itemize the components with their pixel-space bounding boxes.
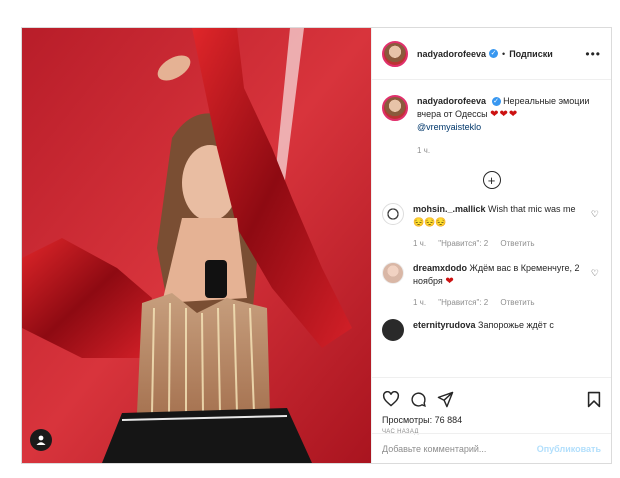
comment-bubble-icon[interactable] xyxy=(410,391,427,408)
commenter-username[interactable]: dreamxdodo xyxy=(413,263,467,273)
add-comment-input[interactable]: Добавьте комментарий... xyxy=(382,444,486,454)
caption-hearts: ❤❤❤ xyxy=(490,109,519,120)
save-bookmark-icon[interactable] xyxy=(587,391,601,408)
comment-text: Запорожье ждёт с xyxy=(478,320,554,330)
verified-badge-icon: ✓ xyxy=(489,49,499,58)
more-options-icon[interactable]: ••• xyxy=(585,47,601,61)
comment-emoji: ❤ xyxy=(445,276,455,287)
caption-username[interactable]: nadyadorofeeva xyxy=(417,96,486,106)
post-sidebar: nadyadorofeeva ✓ • Подписки ••• nadyador… xyxy=(371,28,611,463)
post-caption: nadyadorofeeva ✓ Нереальные эмоции вчера… xyxy=(372,81,611,157)
comment-time: 1 ч. xyxy=(413,239,427,248)
like-comment-icon[interactable]: ♡ xyxy=(591,208,599,221)
instagram-post: nadyadorofeeva ✓ • Подписки ••• nadyador… xyxy=(21,27,612,464)
post-header: nadyadorofeeva ✓ • Подписки ••• xyxy=(372,28,611,80)
comment-time: 1 ч. xyxy=(413,298,427,307)
performer-image xyxy=(22,28,371,463)
caption-avatar[interactable] xyxy=(382,95,408,121)
comment-emoji: 😔😔😔 xyxy=(413,217,447,227)
comment-item: mohsin._.mallick Wish that mic was me 😔😔😔… xyxy=(372,203,611,250)
like-heart-icon[interactable] xyxy=(382,391,400,407)
author-avatar[interactable] xyxy=(382,40,408,67)
comment-item: dreamxdodo Ждём вас в Кременчуге, 2 нояб… xyxy=(372,262,611,309)
verified-badge-icon: ✓ xyxy=(491,97,501,106)
author-username[interactable]: nadyadorofeeva xyxy=(417,49,486,59)
commenter-username[interactable]: eternityrudova xyxy=(413,320,476,330)
comment-item: eternityrudova Запорожье ждёт с xyxy=(372,319,611,341)
comment-reply-button[interactable]: Ответить xyxy=(500,298,534,307)
comment-reply-button[interactable]: Ответить xyxy=(500,239,534,248)
user-icon xyxy=(36,435,46,445)
like-comment-icon[interactable]: ♡ xyxy=(591,267,599,280)
comments-list: nadyadorofeeva ✓ Нереальные эмоции вчера… xyxy=(372,81,611,377)
tagged-users-button[interactable] xyxy=(30,429,52,451)
views-count[interactable]: Просмотры: 76 884 xyxy=(372,410,611,425)
share-send-icon[interactable] xyxy=(437,391,454,408)
post-actions: Просмотры: 76 884 ЧАС НАЗАД Добавьте ком… xyxy=(372,377,611,463)
publish-button[interactable]: Опубликовать xyxy=(537,444,601,454)
commenter-username[interactable]: mohsin._.mallick xyxy=(413,204,486,214)
following-button[interactable]: Подписки xyxy=(509,49,553,59)
caption-mention[interactable]: @vremyaisteklo xyxy=(417,122,481,132)
add-comment-bar: Добавьте комментарий... Опубликовать xyxy=(372,433,611,463)
separator-dot: • xyxy=(502,48,506,59)
comment-likes[interactable]: "Нравится": 2 xyxy=(438,298,488,307)
comment-likes[interactable]: "Нравится": 2 xyxy=(438,239,488,248)
post-video[interactable] xyxy=(22,28,371,463)
commenter-avatar[interactable] xyxy=(382,262,404,284)
comment-text: Wish that mic was me xyxy=(488,204,576,214)
commenter-avatar[interactable] xyxy=(382,203,404,225)
load-more-comments-icon[interactable]: + xyxy=(482,171,501,189)
caption-time: 1 ч. xyxy=(417,146,431,155)
commenter-avatar[interactable] xyxy=(382,319,404,341)
